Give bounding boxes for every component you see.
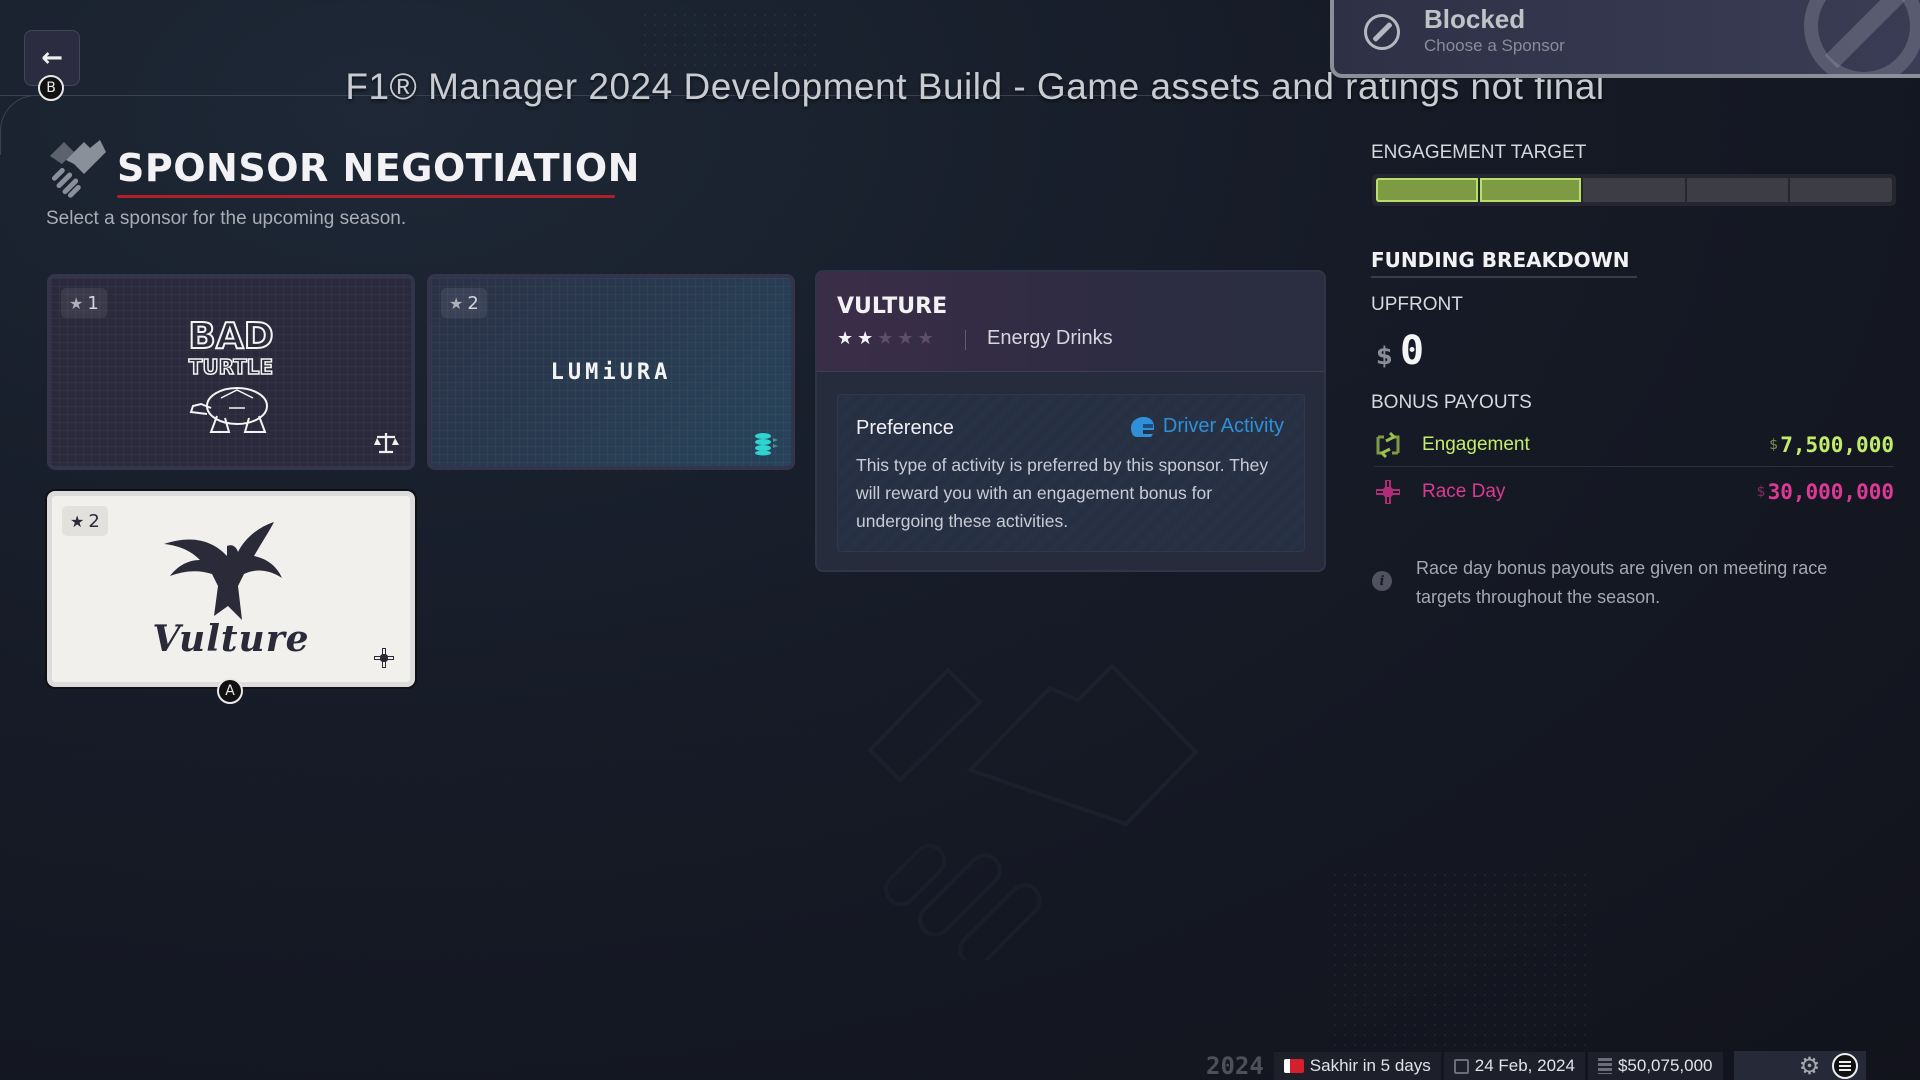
controller-a-hint: A — [217, 678, 243, 704]
bonus-row-engagement: Engagement $ 7,500,000 — [1374, 423, 1894, 467]
tier-value: 2 — [467, 292, 479, 314]
info-icon: i — [1372, 571, 1392, 591]
scales-icon — [374, 433, 399, 454]
upfront-currency: $ — [1376, 342, 1393, 370]
blocked-subtitle: Choose a Sponsor — [1424, 36, 1565, 55]
menu-icon[interactable] — [1831, 1053, 1858, 1079]
blocked-title: Blocked — [1424, 4, 1526, 34]
detail-header: VULTURE ★ ★ ★ ★ ★ Energy Drinks — [817, 272, 1324, 372]
engagement-segment — [1479, 178, 1582, 202]
bahrain-flag-icon — [1283, 1059, 1304, 1073]
blocked-toast: Blocked Choose a Sponsor — [1330, 0, 1920, 78]
helmet-icon — [1130, 416, 1154, 437]
calendar-icon — [1453, 1058, 1469, 1074]
star-icon: ★ — [69, 293, 84, 313]
bonus-label: Engagement — [1422, 433, 1530, 455]
engagement-cycle-icon — [1376, 431, 1400, 458]
engagement-target-bar — [1372, 174, 1896, 206]
star-empty-icon: ★ — [877, 328, 894, 349]
engagement-segment — [1583, 178, 1685, 202]
date-text: 24 Feb, 2024 — [1474, 1056, 1575, 1075]
race-day-icon — [1376, 480, 1400, 504]
vulture-bird-logo — [164, 522, 282, 620]
race-day-icon — [374, 648, 394, 668]
bonus-label: Race Day — [1422, 481, 1506, 502]
bad-turtle-logo: BAD TURTLE — [187, 315, 275, 433]
coins-icon — [1597, 1058, 1612, 1074]
engagement-target-label: ENGAGEMENT TARGET — [1371, 142, 1587, 163]
race-day-info-text: Race day bonus payouts are given on meet… — [1416, 558, 1828, 607]
star-icon: ★ — [70, 511, 85, 531]
bonus-amount: 30,000,000 — [1767, 480, 1894, 504]
balance-chip[interactable]: $50,075,000 — [1587, 1052, 1723, 1080]
settings-area: ⚙ — [1733, 1051, 1866, 1080]
handshake-icon — [50, 140, 106, 198]
engagement-segment — [1686, 178, 1789, 202]
next-race-text: Sakhir in 5 days — [1309, 1056, 1431, 1075]
sponsor-card-lumiura[interactable]: ★ 2 LUMiURA — [427, 274, 795, 470]
funding-underline — [1371, 276, 1637, 278]
preference-box: Preference Driver Activity This type of … — [837, 394, 1305, 552]
bonus-payouts-label: BONUS PAYOUTS — [1371, 392, 1532, 413]
tier-value: 2 — [88, 510, 100, 532]
tier-badge: ★ 2 — [441, 288, 487, 318]
sponsor-card-vulture[interactable]: ★ 2 Vulture — [47, 491, 415, 687]
tier-badge: ★ 2 — [62, 506, 108, 536]
bonus-currency: $ — [1769, 436, 1779, 453]
engagement-segment — [1790, 178, 1892, 202]
tier-badge: ★ 1 — [61, 288, 107, 318]
blocked-icon — [1364, 14, 1400, 50]
coins-stack-icon — [755, 433, 778, 456]
star-empty-icon: ★ — [917, 328, 934, 349]
sponsor-rating: ★ ★ ★ ★ ★ — [837, 328, 934, 349]
sponsor-name: VULTURE — [837, 294, 948, 319]
star-filled-icon: ★ — [837, 328, 854, 349]
title-underline — [117, 195, 615, 198]
lumiura-logo: LUMiURA — [550, 360, 672, 385]
bonus-currency: $ — [1756, 484, 1766, 500]
star-icon: ★ — [449, 293, 464, 313]
preference-label: Preference — [856, 417, 954, 439]
star-filled-icon: ★ — [857, 328, 874, 349]
engagement-segment — [1376, 178, 1478, 202]
sponsor-detail-panel: VULTURE ★ ★ ★ ★ ★ Energy Drinks Preference D… — [815, 270, 1326, 572]
season-year: 2024 — [1206, 1052, 1264, 1080]
date-chip[interactable]: 24 Feb, 2024 — [1443, 1052, 1585, 1080]
gear-icon[interactable]: ⚙ — [1798, 1054, 1822, 1078]
status-bar: 2024 Sakhir in 5 days 24 Feb, 2024 $50,0… — [1206, 1051, 1866, 1080]
upfront-label: UPFRONT — [1371, 294, 1463, 315]
svg-text:BAD: BAD — [188, 316, 273, 357]
next-race-chip[interactable]: Sakhir in 5 days — [1273, 1052, 1441, 1080]
divider — [965, 330, 966, 350]
page-title: SPONSOR NEGOTIATION — [117, 146, 640, 190]
upfront-value: 0 — [1400, 328, 1425, 374]
balance-text: $50,075,000 — [1617, 1056, 1713, 1075]
preference-description: This type of activity is preferred by th… — [856, 455, 1269, 531]
svg-text:TURTLE: TURTLE — [189, 355, 273, 379]
funding-breakdown-title: FUNDING BREAKDOWN — [1371, 248, 1630, 272]
background-pattern — [1330, 870, 1590, 1050]
sponsor-category: Energy Drinks — [987, 327, 1113, 349]
tier-value: 1 — [87, 292, 99, 314]
blocked-watermark-icon — [1804, 0, 1920, 74]
page-subtitle: Select a sponsor for the upcoming season… — [46, 208, 407, 229]
vulture-logo-text: Vulture — [152, 618, 310, 660]
preference-value-text: Driver Activity — [1162, 415, 1284, 437]
handshake-watermark-icon — [867, 663, 1199, 960]
bonus-amount: 7,500,000 — [1780, 432, 1894, 457]
background-pattern — [640, 10, 820, 70]
preference-value[interactable]: Driver Activity — [1129, 415, 1284, 438]
bonus-row-race-day: Race Day $ 30,000,000 — [1374, 470, 1894, 514]
star-empty-icon: ★ — [897, 328, 914, 349]
sponsor-card-bad-turtle[interactable]: ★ 1 BAD TURTLE — [47, 274, 415, 470]
